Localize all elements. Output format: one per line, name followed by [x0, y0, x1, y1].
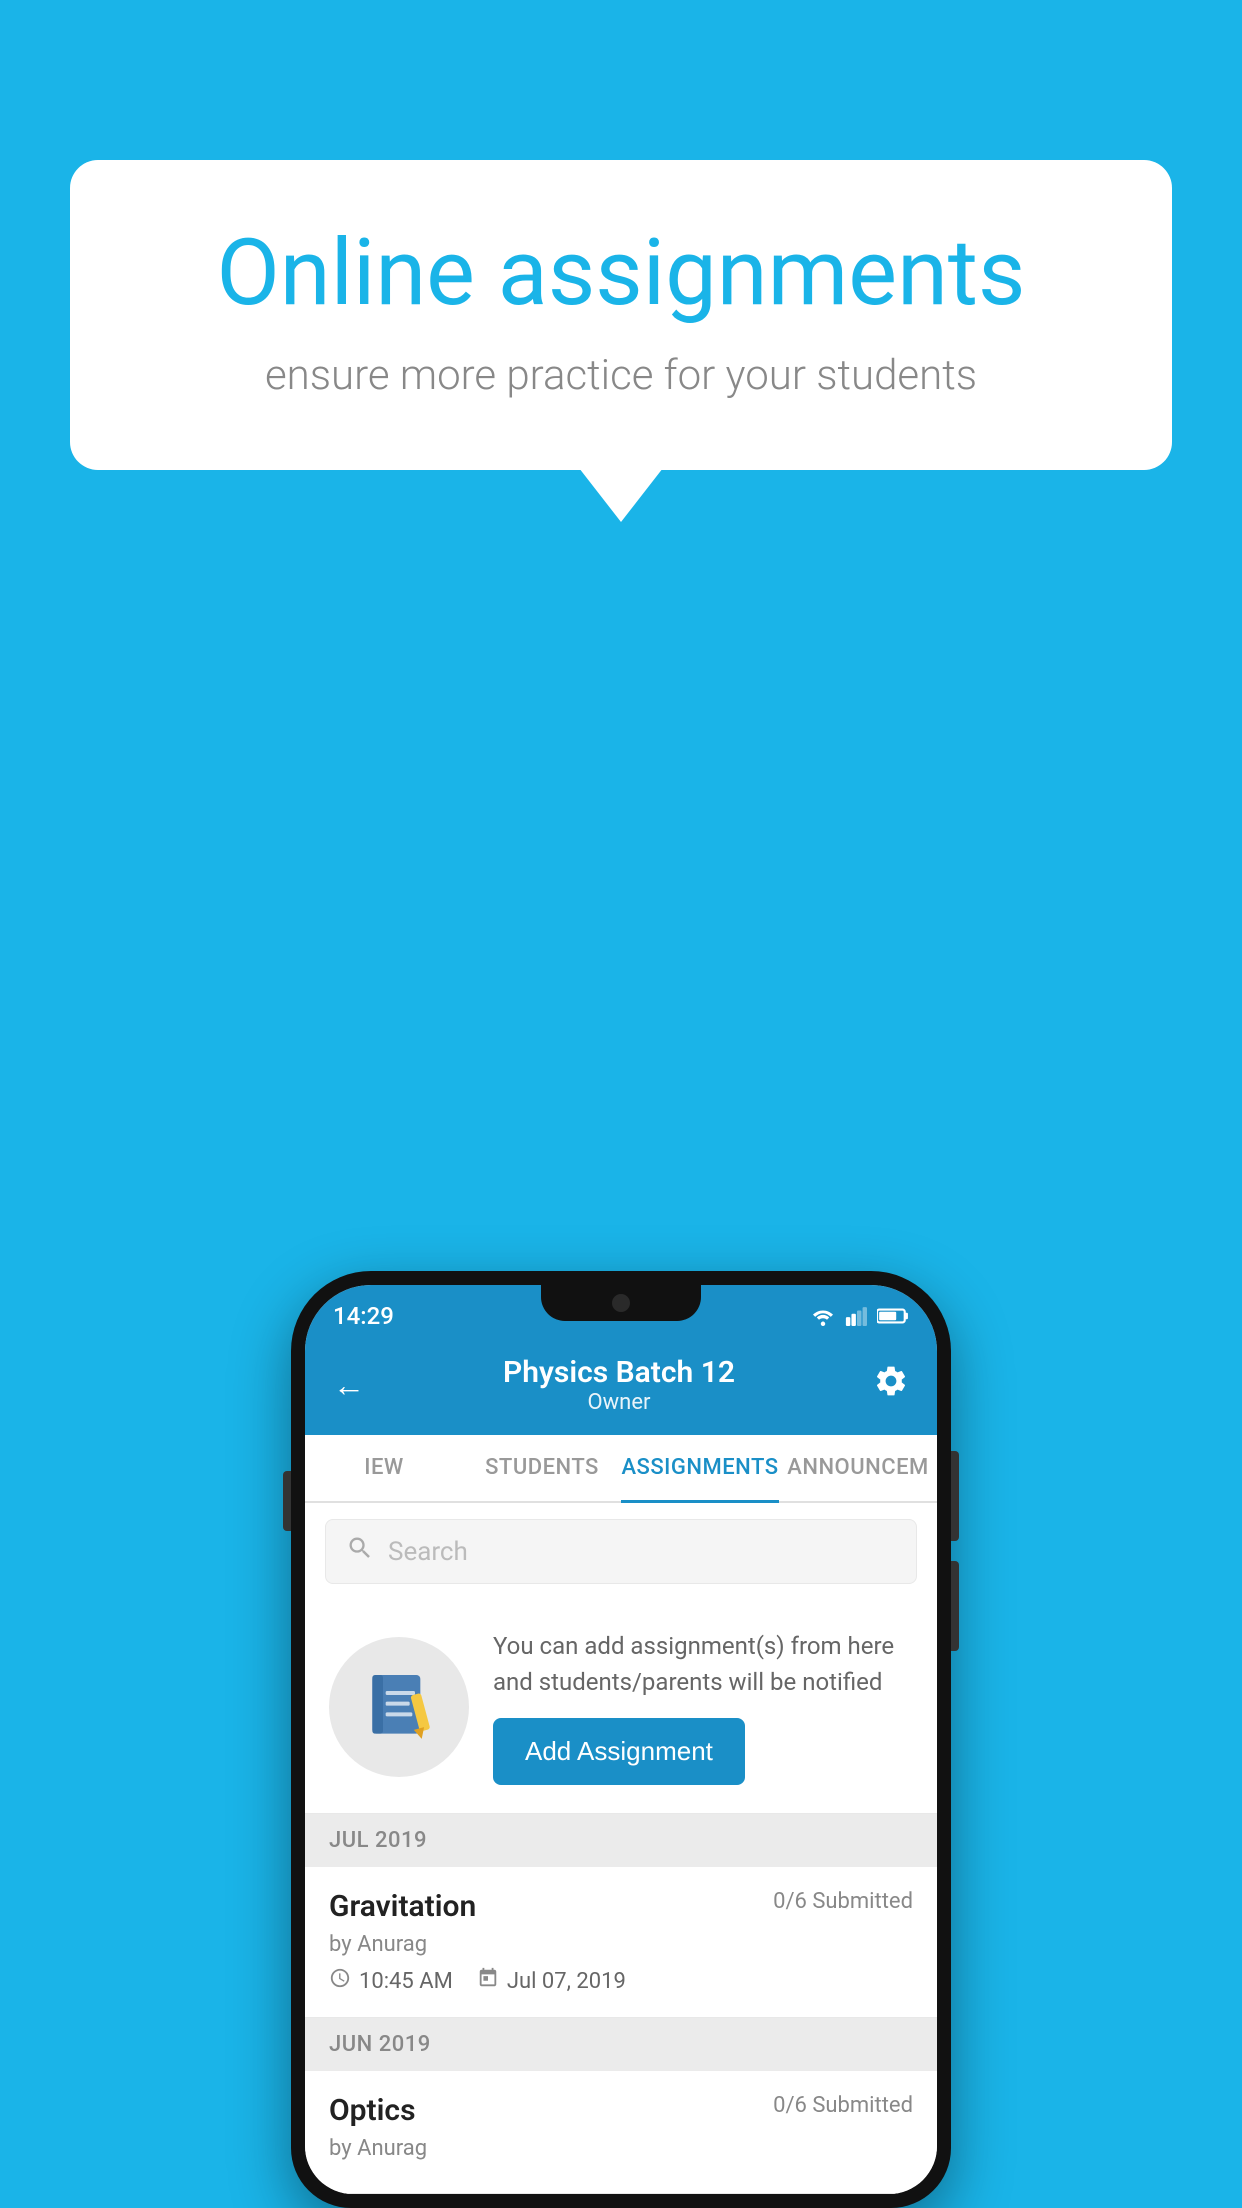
- tab-announcements[interactable]: ANNOUNCEM: [779, 1435, 937, 1501]
- tab-assignments[interactable]: ASSIGNMENTS: [621, 1435, 779, 1503]
- add-assignment-button[interactable]: Add Assignment: [493, 1718, 745, 1785]
- tab-students[interactable]: STUDENTS: [463, 1435, 621, 1501]
- signal-icon: [845, 1306, 869, 1326]
- clock-icon: [329, 1967, 351, 1995]
- promo-section: You can add assignment(s) from here and …: [305, 1600, 937, 1814]
- search-container: Search: [305, 1503, 937, 1600]
- search-icon: [346, 1534, 374, 1569]
- promo-text: You can add assignment(s) from here and …: [493, 1628, 913, 1700]
- assignment-date-value: Jul 07, 2019: [507, 1969, 626, 1994]
- bubble-subtitle: ensure more practice for your students: [150, 351, 1092, 400]
- assignment-meta: 10:45 AM Jul 07, 2019: [329, 1967, 913, 1995]
- battery-icon: [877, 1306, 909, 1326]
- status-icons: [809, 1306, 909, 1326]
- assignment-status-optics: 0/6 Submitted: [773, 2093, 913, 2118]
- assignment-date: Jul 07, 2019: [477, 1967, 626, 1995]
- tab-overview[interactable]: IEW: [305, 1435, 463, 1501]
- wifi-icon: [809, 1306, 837, 1326]
- speech-bubble: Online assignments ensure more practice …: [70, 160, 1172, 470]
- month-header-jun: JUN 2019: [305, 2018, 937, 2071]
- search-placeholder: Search: [388, 1537, 468, 1567]
- header-subtitle: Owner: [503, 1390, 735, 1415]
- promo-right: You can add assignment(s) from here and …: [493, 1628, 913, 1785]
- assignment-time: 10:45 AM: [329, 1967, 453, 1995]
- assignment-name: Gravitation: [329, 1889, 476, 1924]
- header-title: Physics Batch 12: [503, 1355, 735, 1390]
- assignment-item-gravitation[interactable]: Gravitation 0/6 Submitted by Anurag 10:4…: [305, 1867, 937, 2018]
- assignment-row-top-optics: Optics 0/6 Submitted: [329, 2093, 913, 2128]
- calendar-icon: [477, 1967, 499, 1995]
- phone-screen: 14:29: [305, 1285, 937, 2194]
- app-header: ← Physics Batch 12 Owner: [305, 1337, 937, 1435]
- assignment-time-value: 10:45 AM: [359, 1969, 453, 1994]
- tabs-bar: IEW STUDENTS ASSIGNMENTS ANNOUNCEM: [305, 1435, 937, 1503]
- assignment-status: 0/6 Submitted: [773, 1889, 913, 1914]
- phone-frame: 14:29: [291, 1271, 951, 2208]
- speech-bubble-container: Online assignments ensure more practice …: [70, 160, 1172, 470]
- header-center: Physics Batch 12 Owner: [503, 1355, 735, 1415]
- assignment-row-top: Gravitation 0/6 Submitted: [329, 1889, 913, 1924]
- assignment-item-optics[interactable]: Optics 0/6 Submitted by Anurag: [305, 2071, 937, 2194]
- volume-button: [283, 1471, 291, 1531]
- front-camera: [612, 1294, 630, 1312]
- assignment-author: by Anurag: [329, 1932, 913, 1957]
- month-header-jul: JUL 2019: [305, 1814, 937, 1867]
- promo-icon-circle: [329, 1637, 469, 1777]
- settings-icon[interactable]: [873, 1363, 909, 1407]
- volume-down-button: [951, 1561, 959, 1651]
- back-button[interactable]: ←: [333, 1366, 365, 1404]
- search-bar[interactable]: Search: [325, 1519, 917, 1584]
- bubble-title: Online assignments: [150, 220, 1092, 327]
- power-button: [951, 1451, 959, 1541]
- phone-notch: [541, 1285, 701, 1321]
- assignment-name-optics: Optics: [329, 2093, 416, 2128]
- phone-wrapper: 14:29: [291, 1271, 951, 2208]
- assignment-author-optics: by Anurag: [329, 2136, 913, 2161]
- notebook-icon: [359, 1667, 439, 1747]
- status-time: 14:29: [333, 1302, 394, 1330]
